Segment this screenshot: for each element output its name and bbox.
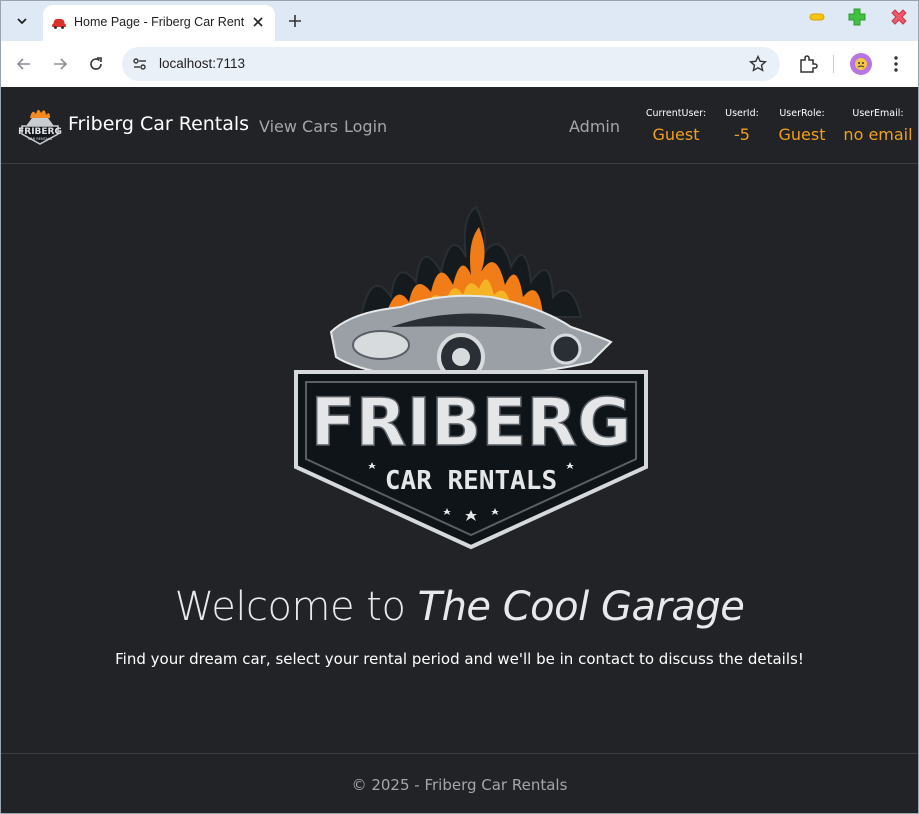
user-email-value: no email — [843, 125, 913, 144]
maximize-icon[interactable] — [847, 7, 867, 27]
tab-title: Home Page - Friberg Car Rentals — [74, 15, 244, 29]
tagline: Find your dream car, select your rental … — [115, 650, 804, 668]
site-footer: © 2025 - Friberg Car Rentals — [1, 753, 918, 813]
welcome-heading: Welcome to The Cool Garage — [1, 584, 918, 630]
extensions-icon[interactable] — [797, 53, 819, 75]
current-user-value: Guest — [652, 125, 700, 144]
kebab-menu-icon[interactable] — [886, 53, 906, 75]
plus-icon[interactable] — [283, 9, 307, 33]
logo-small-text: CAR RENTALS — [385, 466, 557, 496]
tab-strip: Home Page - Friberg Car Rentals — [1, 1, 918, 41]
browser-toolbar: localhost:7113 — [1, 41, 918, 87]
site-navbar: FRIBERG CAR RENTALS Friberg Car Rentals … — [1, 87, 918, 164]
brand-name-link[interactable]: Friberg Car Rentals — [68, 113, 249, 135]
user-role-value: Guest — [778, 125, 826, 144]
reload-icon[interactable] — [84, 52, 108, 76]
toolbar-separator — [833, 55, 834, 73]
browser-tab[interactable]: Home Page - Friberg Car Rentals — [43, 5, 275, 41]
current-user-label: CurrentUser: — [645, 108, 707, 119]
close-window-icon[interactable] — [889, 7, 909, 27]
profile-icon[interactable] — [850, 53, 872, 75]
user-id-label: UserId: — [725, 108, 759, 119]
back-arrow-icon[interactable] — [12, 52, 36, 76]
star-icon[interactable] — [748, 54, 768, 74]
page-content: FRIBERG CAR RENTALS Friberg Car Rentals … — [1, 87, 918, 813]
welcome-emphasis: The Cool Garage — [417, 584, 745, 630]
car-favicon-icon — [51, 15, 67, 31]
svg-text:FRIBERG: FRIBERG — [18, 127, 62, 137]
user-email-label: UserEmail: — [852, 108, 904, 119]
brand-logo[interactable]: FRIBERG CAR RENTALS — [18, 104, 62, 148]
nav-login-link[interactable]: Login — [344, 117, 387, 136]
svg-text:CAR RENTALS: CAR RENTALS — [28, 137, 53, 141]
minimize-icon[interactable] — [807, 7, 827, 27]
hero-logo: FRIBERG CAR RENTALS — [291, 197, 651, 557]
user-role-label: UserRole: — [779, 108, 825, 119]
welcome-prefix: Welcome to — [174, 584, 406, 630]
user-id-value: -5 — [734, 125, 750, 144]
browser-window: Home Page - Friberg Car Rentals localhos… — [0, 0, 919, 814]
url-text[interactable]: localhost:7113 — [159, 56, 245, 71]
forward-arrow-icon[interactable] — [48, 52, 72, 76]
nav-view-cars-link[interactable]: View Cars — [259, 117, 338, 136]
footer-text: © 2025 - Friberg Car Rentals — [351, 776, 568, 794]
nav-admin-link[interactable]: Admin — [569, 117, 620, 136]
logo-big-text: FRIBERG — [311, 384, 632, 461]
site-info-icon[interactable] — [130, 54, 150, 74]
address-bar[interactable]: localhost:7113 — [122, 47, 780, 81]
close-icon[interactable] — [248, 12, 268, 32]
tab-list-icon[interactable] — [9, 9, 35, 33]
